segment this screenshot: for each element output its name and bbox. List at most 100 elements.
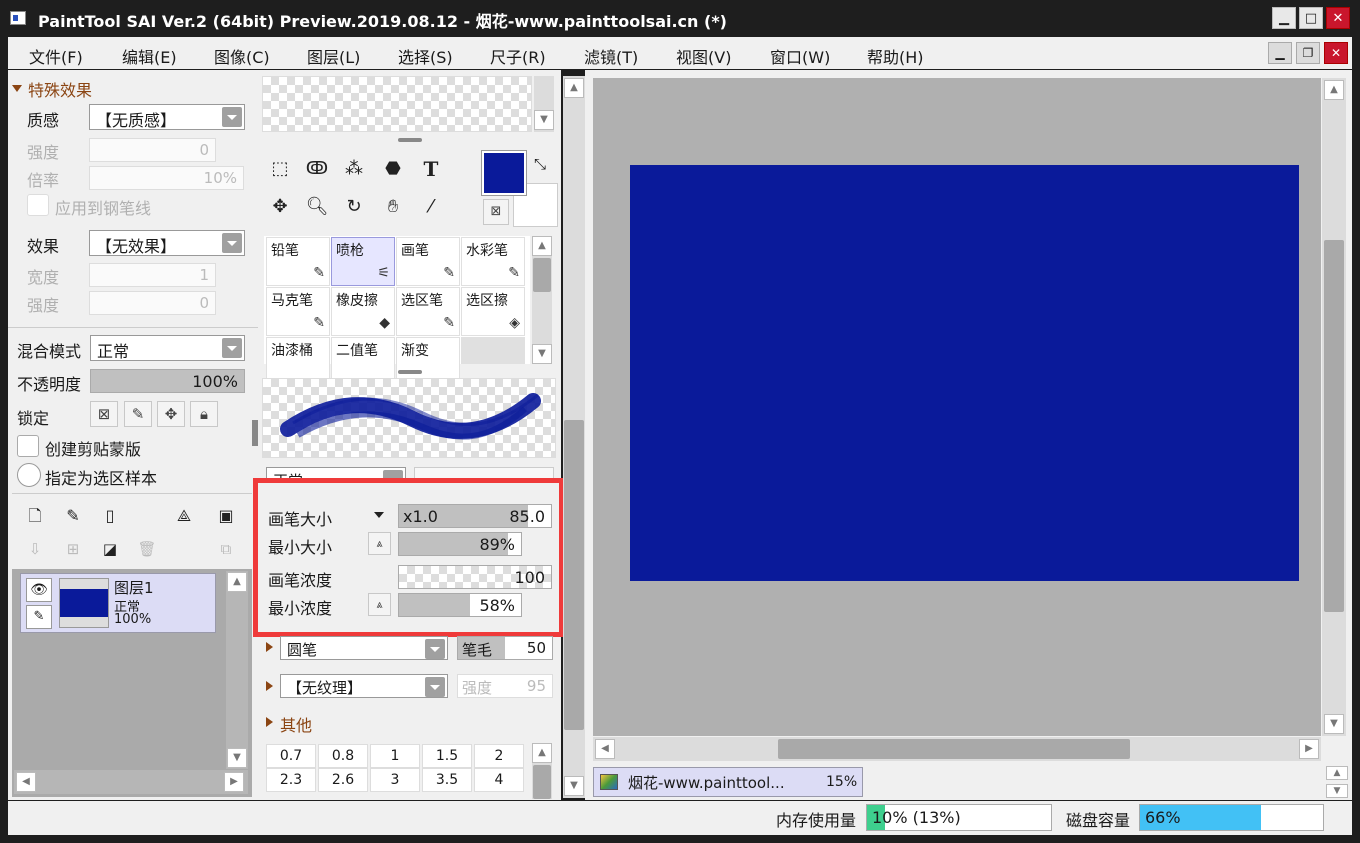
scrollbar-thumb[interactable] bbox=[564, 420, 584, 730]
rect-select-tool-icon[interactable]: ⬚ bbox=[264, 153, 296, 185]
size-preset-cell[interactable]: 0.8 bbox=[318, 744, 368, 768]
pressure-size-icon[interactable]: ⩓ bbox=[368, 532, 391, 555]
size-preset-cell[interactable]: 3 bbox=[370, 768, 420, 792]
primary-color-swatch[interactable] bbox=[481, 150, 527, 196]
mdi-restore-button[interactable]: ❐ bbox=[1296, 42, 1320, 64]
tab-scroll-down-icon[interactable]: ▼ bbox=[1326, 784, 1348, 798]
scrollbar-thumb[interactable] bbox=[533, 765, 551, 799]
scroll-up-icon[interactable]: ▲ bbox=[532, 236, 552, 256]
navigator-scrollbar[interactable]: ▼ bbox=[534, 76, 554, 132]
tab-scroll-up-icon[interactable]: ▲ bbox=[1326, 766, 1348, 780]
new-pen-layer-icon[interactable]: ✎ bbox=[57, 500, 89, 532]
expand-triangle-icon[interactable] bbox=[266, 642, 273, 652]
min-density-slider[interactable]: 58% bbox=[398, 593, 522, 617]
scroll-down-icon[interactable]: ▼ bbox=[1324, 714, 1344, 734]
transparent-color-icon[interactable]: ⊠ bbox=[483, 199, 509, 225]
eyedropper-tool-icon[interactable]: ⁄ bbox=[415, 191, 447, 223]
scrollbar-thumb[interactable] bbox=[778, 739, 1130, 759]
visibility-eye-icon[interactable]: 👁︎ bbox=[26, 578, 52, 602]
maximize-button[interactable]: □ bbox=[1299, 7, 1323, 29]
canvas-document[interactable] bbox=[630, 165, 1299, 581]
layer-list-hscroll[interactable]: ◀ ▶ bbox=[14, 770, 248, 794]
brush-item[interactable]: 选区擦 ◈ bbox=[461, 287, 525, 336]
scroll-down-icon[interactable]: ▼ bbox=[534, 110, 554, 130]
layer-effect-icon[interactable]: ⟁ bbox=[168, 500, 200, 532]
scroll-up-icon[interactable]: ▲ bbox=[1324, 80, 1344, 100]
mdi-minimize-button[interactable]: ▁ bbox=[1268, 42, 1292, 64]
move-tool-icon[interactable]: ✥ bbox=[264, 191, 296, 223]
pressure-density-icon[interactable]: ⩓ bbox=[368, 593, 391, 616]
menu-ruler[interactable]: 尺子(R) bbox=[490, 44, 546, 68]
brush-grid-scrollbar[interactable]: ▲ ▼ bbox=[532, 236, 552, 364]
brush-item[interactable]: 选区笔 ✎ bbox=[396, 287, 460, 336]
scroll-left-icon[interactable]: ◀ bbox=[16, 772, 36, 792]
min-size-slider[interactable]: 89% bbox=[398, 532, 522, 556]
layer-mask-icon[interactable]: ▣ bbox=[210, 500, 242, 532]
scroll-up-icon[interactable]: ▲ bbox=[564, 78, 584, 98]
size-preset-cell[interactable]: 2 bbox=[474, 744, 524, 768]
scroll-up-icon[interactable]: ▲ bbox=[227, 572, 247, 592]
menu-layer[interactable]: 图层(L) bbox=[307, 44, 360, 68]
new-folder-icon[interactable]: ▯ bbox=[94, 500, 126, 532]
scroll-down-icon[interactable]: ▼ bbox=[227, 748, 247, 768]
lock-move-icon[interactable]: ✥ bbox=[157, 401, 185, 427]
lock-draw-icon[interactable]: ✎ bbox=[124, 401, 152, 427]
size-preset-cell[interactable]: 1 bbox=[370, 744, 420, 768]
menu-file[interactable]: 文件(F) bbox=[29, 44, 83, 68]
scroll-up-icon[interactable]: ▲ bbox=[532, 743, 552, 763]
brush-density-slider[interactable]: 100 bbox=[398, 565, 552, 589]
menu-select[interactable]: 选择(S) bbox=[398, 44, 453, 68]
brush-item[interactable]: 橡皮擦 ◆ bbox=[331, 287, 395, 336]
delete-layer-icon[interactable]: 🗑︎ bbox=[131, 533, 163, 565]
canvas-hscroll[interactable]: ◀ ▶ bbox=[593, 737, 1321, 761]
scroll-left-icon[interactable]: ◀ bbox=[595, 739, 615, 759]
layer-list-scrollbar[interactable]: ▲ ▼ bbox=[226, 571, 248, 769]
brush-item[interactable]: 马克笔 ✎ bbox=[266, 287, 330, 336]
canvas-vscroll[interactable]: ▲ ▼ bbox=[1322, 78, 1346, 736]
selection-sample-radio[interactable] bbox=[17, 463, 41, 487]
splitter-handle[interactable] bbox=[398, 138, 422, 142]
layer-settings-icon[interactable]: ⧉ bbox=[210, 533, 242, 565]
splitter-handle[interactable] bbox=[398, 370, 422, 374]
brush-empty-slot[interactable] bbox=[461, 337, 525, 364]
menu-filter[interactable]: 滤镜(T) bbox=[584, 44, 638, 68]
new-layer-icon[interactable]: 🗋︎ bbox=[19, 500, 51, 532]
opacity-slider[interactable]: 100% bbox=[90, 369, 245, 393]
merge-down-icon[interactable]: ⇩ bbox=[19, 533, 51, 565]
scrollbar-thumb[interactable] bbox=[533, 258, 551, 292]
lock-all-icon[interactable]: 🔒︎ bbox=[190, 401, 218, 427]
close-window-button[interactable]: ✕ bbox=[1326, 7, 1350, 29]
menu-edit[interactable]: 编辑(E) bbox=[122, 44, 177, 68]
scroll-down-icon[interactable]: ▼ bbox=[564, 776, 584, 796]
collapse-triangle-icon[interactable] bbox=[12, 85, 22, 92]
scroll-right-icon[interactable]: ▶ bbox=[1299, 739, 1319, 759]
menu-window[interactable]: 窗口(W) bbox=[770, 44, 830, 68]
layer-pen-icon[interactable]: ✎ bbox=[26, 605, 52, 629]
expand-triangle-icon[interactable] bbox=[266, 681, 273, 691]
zoom-tool-icon[interactable]: 🔍︎ bbox=[301, 191, 333, 223]
document-tab[interactable]: 烟花-www.painttool... 15% bbox=[593, 767, 863, 797]
clip-mask-checkbox[interactable] bbox=[17, 435, 39, 457]
scroll-down-icon[interactable]: ▼ bbox=[532, 344, 552, 364]
size-preset-cell[interactable]: 2.6 bbox=[318, 768, 368, 792]
blend-mode-dropdown[interactable]: 正常 bbox=[90, 335, 245, 361]
menu-image[interactable]: 图像(C) bbox=[214, 44, 270, 68]
size-preset-scrollbar[interactable]: ▲ bbox=[532, 743, 552, 799]
tool-panel-scrollbar[interactable]: ▲ ▼ bbox=[563, 76, 585, 798]
mdi-close-button[interactable]: ✕ bbox=[1324, 42, 1348, 64]
size-preset-cell[interactable]: 3.5 bbox=[422, 768, 472, 792]
lasso-tool-icon[interactable]: ↂ bbox=[301, 153, 333, 185]
duplicate-layer-icon[interactable]: ⊞ bbox=[57, 533, 89, 565]
scroll-right-icon[interactable]: ▶ bbox=[224, 772, 244, 792]
brush-item[interactable]: 铅笔 ✎ bbox=[266, 237, 330, 286]
scrollbar-thumb[interactable] bbox=[1324, 240, 1344, 612]
brush-size-slider[interactable]: x1.0 85.0 bbox=[398, 504, 552, 528]
brush-shape-dropdown[interactable]: 圆笔 bbox=[280, 636, 448, 660]
text-tool-icon[interactable]: T bbox=[415, 153, 447, 185]
size-preset-cell[interactable]: 1.5 bbox=[422, 744, 472, 768]
size-preset-cell[interactable]: 4 bbox=[474, 768, 524, 792]
texture-dropdown[interactable]: 【无质感】 bbox=[89, 104, 245, 130]
expand-triangle-icon[interactable] bbox=[266, 717, 273, 727]
size-preset-cell[interactable]: 0.7 bbox=[266, 744, 316, 768]
swap-colors-icon[interactable]: ⤡ bbox=[534, 155, 546, 173]
